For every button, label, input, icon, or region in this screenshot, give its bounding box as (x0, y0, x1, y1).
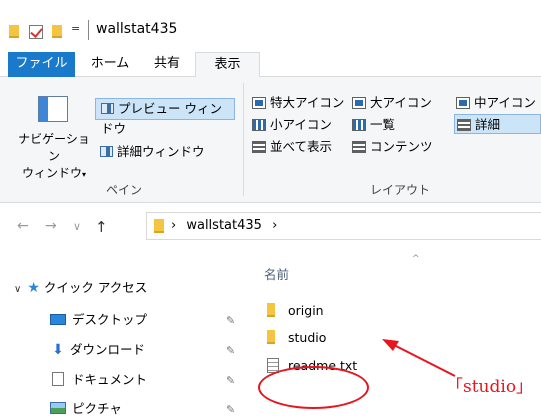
sidebar-item-documents[interactable]: ドキュメント (50, 368, 147, 392)
layout-extra-large-icons[interactable]: 特大アイコン (252, 93, 344, 113)
address-path: › wallstat435 › (171, 218, 277, 233)
details-pane-button[interactable]: 詳細ウィンドウ (95, 142, 235, 164)
breadcrumb-separator[interactable]: › (272, 218, 277, 233)
title-bar: = wallstat435 (0, 0, 541, 52)
pane-group-label: ペイン (106, 183, 143, 197)
ribbon: ナビゲーション ウィンドウ▾ プレビュー ウィンドウ 詳細ウィンドウ ペイン 特… (0, 77, 541, 203)
picture-icon (50, 402, 66, 414)
sidebar-item-desktop[interactable]: デスクトップ (50, 308, 147, 332)
window-title: wallstat435 (96, 21, 178, 37)
address-bar[interactable]: › wallstat435 › (146, 212, 541, 240)
up-button[interactable]: ↑ (95, 218, 108, 236)
layout-label: コンテンツ (370, 139, 433, 154)
layout-small-icons[interactable]: 小アイコン (252, 115, 332, 135)
folder-icon (267, 303, 275, 317)
navigation-pane: ∨ ★ クイック アクセス デスクトップ ✎ ⬇ ダウンロード ✎ ドキュメント ✎ … (0, 268, 245, 419)
download-icon: ⬇ (52, 342, 64, 358)
nav-pane-label-line2: ウィンドウ (21, 166, 82, 180)
tab-home[interactable]: ホーム (84, 52, 136, 77)
sidebar-item-label: ピクチャ (72, 401, 122, 416)
title-separator (88, 20, 89, 40)
sidebar-item-label: ドキュメント (72, 372, 148, 387)
pin-icon[interactable]: ✎ (226, 314, 235, 327)
medium-icons-icon (456, 97, 470, 109)
layout-label: 一覧 (370, 117, 396, 132)
breadcrumb-separator[interactable]: › (171, 218, 176, 233)
list-item[interactable]: studio (267, 327, 326, 349)
layout-medium-icons[interactable]: 中アイコン (456, 93, 536, 113)
pin-icon[interactable]: ✎ (226, 344, 235, 357)
layout-content[interactable]: コンテンツ (352, 137, 433, 157)
content-icon (352, 141, 366, 153)
list-item[interactable]: origin (267, 300, 324, 322)
document-icon (52, 372, 64, 386)
navigation-pane-icon (38, 96, 68, 122)
preview-pane-button[interactable]: プレビュー ウィンドウ (95, 98, 235, 136)
list-icon (352, 119, 366, 131)
layout-label: 中アイコン (474, 95, 536, 110)
layout-label: 小アイコン (270, 117, 332, 132)
annotation-label: 「studio」 (446, 377, 534, 397)
quick-access-dropdown[interactable]: = (71, 22, 80, 35)
preview-pane-icon (101, 103, 114, 114)
file-name: studio (288, 330, 327, 345)
layout-list[interactable]: 一覧 (352, 115, 395, 135)
ribbon-divider (243, 83, 244, 196)
pin-icon[interactable]: ✎ (226, 374, 235, 387)
quick-access-label: クイック アクセス (43, 280, 148, 295)
details-pane-icon (100, 146, 113, 157)
chevron-down-icon[interactable]: ∨ (14, 278, 21, 302)
small-icons-icon (252, 119, 266, 131)
address-bar-row: ← → ∨ ↑ › wallstat435 › (0, 208, 541, 244)
new-folder-icon[interactable] (52, 25, 62, 38)
layout-large-icons[interactable]: 大アイコン (352, 93, 432, 113)
tab-view[interactable]: 表示 (195, 52, 260, 78)
tab-file[interactable]: ファイル (8, 52, 75, 77)
sidebar-item-label: ダウンロード (70, 342, 146, 357)
tiles-icon (252, 141, 266, 153)
ribbon-tabs: ファイル ホーム 共有 表示 (0, 52, 541, 78)
folder-icon (154, 219, 164, 233)
navigation-pane-label: ナビゲーション ウィンドウ▾ (14, 131, 94, 183)
back-button[interactable]: ← (17, 218, 29, 234)
pin-icon[interactable]: ✎ (226, 403, 235, 416)
recent-locations-button[interactable]: ∨ (73, 220, 81, 233)
preview-pane-label: プレビュー ウィンドウ (101, 101, 222, 136)
star-icon: ★ (27, 280, 40, 296)
desktop-icon (50, 314, 66, 325)
large-icons-icon (352, 97, 366, 109)
nav-pane-label-line1: ナビゲーション (18, 132, 90, 163)
layout-label: 並べて表示 (270, 139, 333, 154)
chevron-down-icon: ▾ (82, 170, 87, 179)
extra-large-icons-icon (252, 97, 266, 109)
tab-share[interactable]: 共有 (142, 52, 192, 77)
sidebar-item-label: デスクトップ (72, 312, 148, 327)
layout-label: 大アイコン (370, 95, 432, 110)
sidebar-item-quick-access[interactable]: ∨ ★ クイック アクセス (14, 276, 147, 300)
layout-tiles[interactable]: 並べて表示 (252, 137, 332, 157)
breadcrumb-wallstat435[interactable]: wallstat435 (186, 218, 262, 233)
sidebar-item-pictures[interactable]: ピクチャ (50, 397, 122, 419)
layout-details[interactable]: 詳細 (454, 114, 541, 134)
layout-label: 特大アイコン (270, 95, 345, 110)
sidebar-item-downloads[interactable]: ⬇ ダウンロード (50, 338, 145, 362)
column-header-name[interactable]: 名前 (264, 264, 289, 283)
forward-button[interactable]: → (45, 218, 57, 234)
file-name: origin (288, 303, 324, 318)
details-icon (457, 119, 471, 131)
annotation-ellipse (258, 366, 369, 409)
sort-indicator-icon: ^ (412, 254, 420, 264)
layout-group-label: レイアウト (370, 183, 431, 197)
details-pane-label: 詳細ウィンドウ (117, 144, 205, 159)
layout-label: 詳細 (475, 117, 501, 132)
folder-icon (267, 330, 275, 344)
folder-icon (9, 25, 19, 38)
properties-check-icon[interactable] (29, 25, 43, 39)
